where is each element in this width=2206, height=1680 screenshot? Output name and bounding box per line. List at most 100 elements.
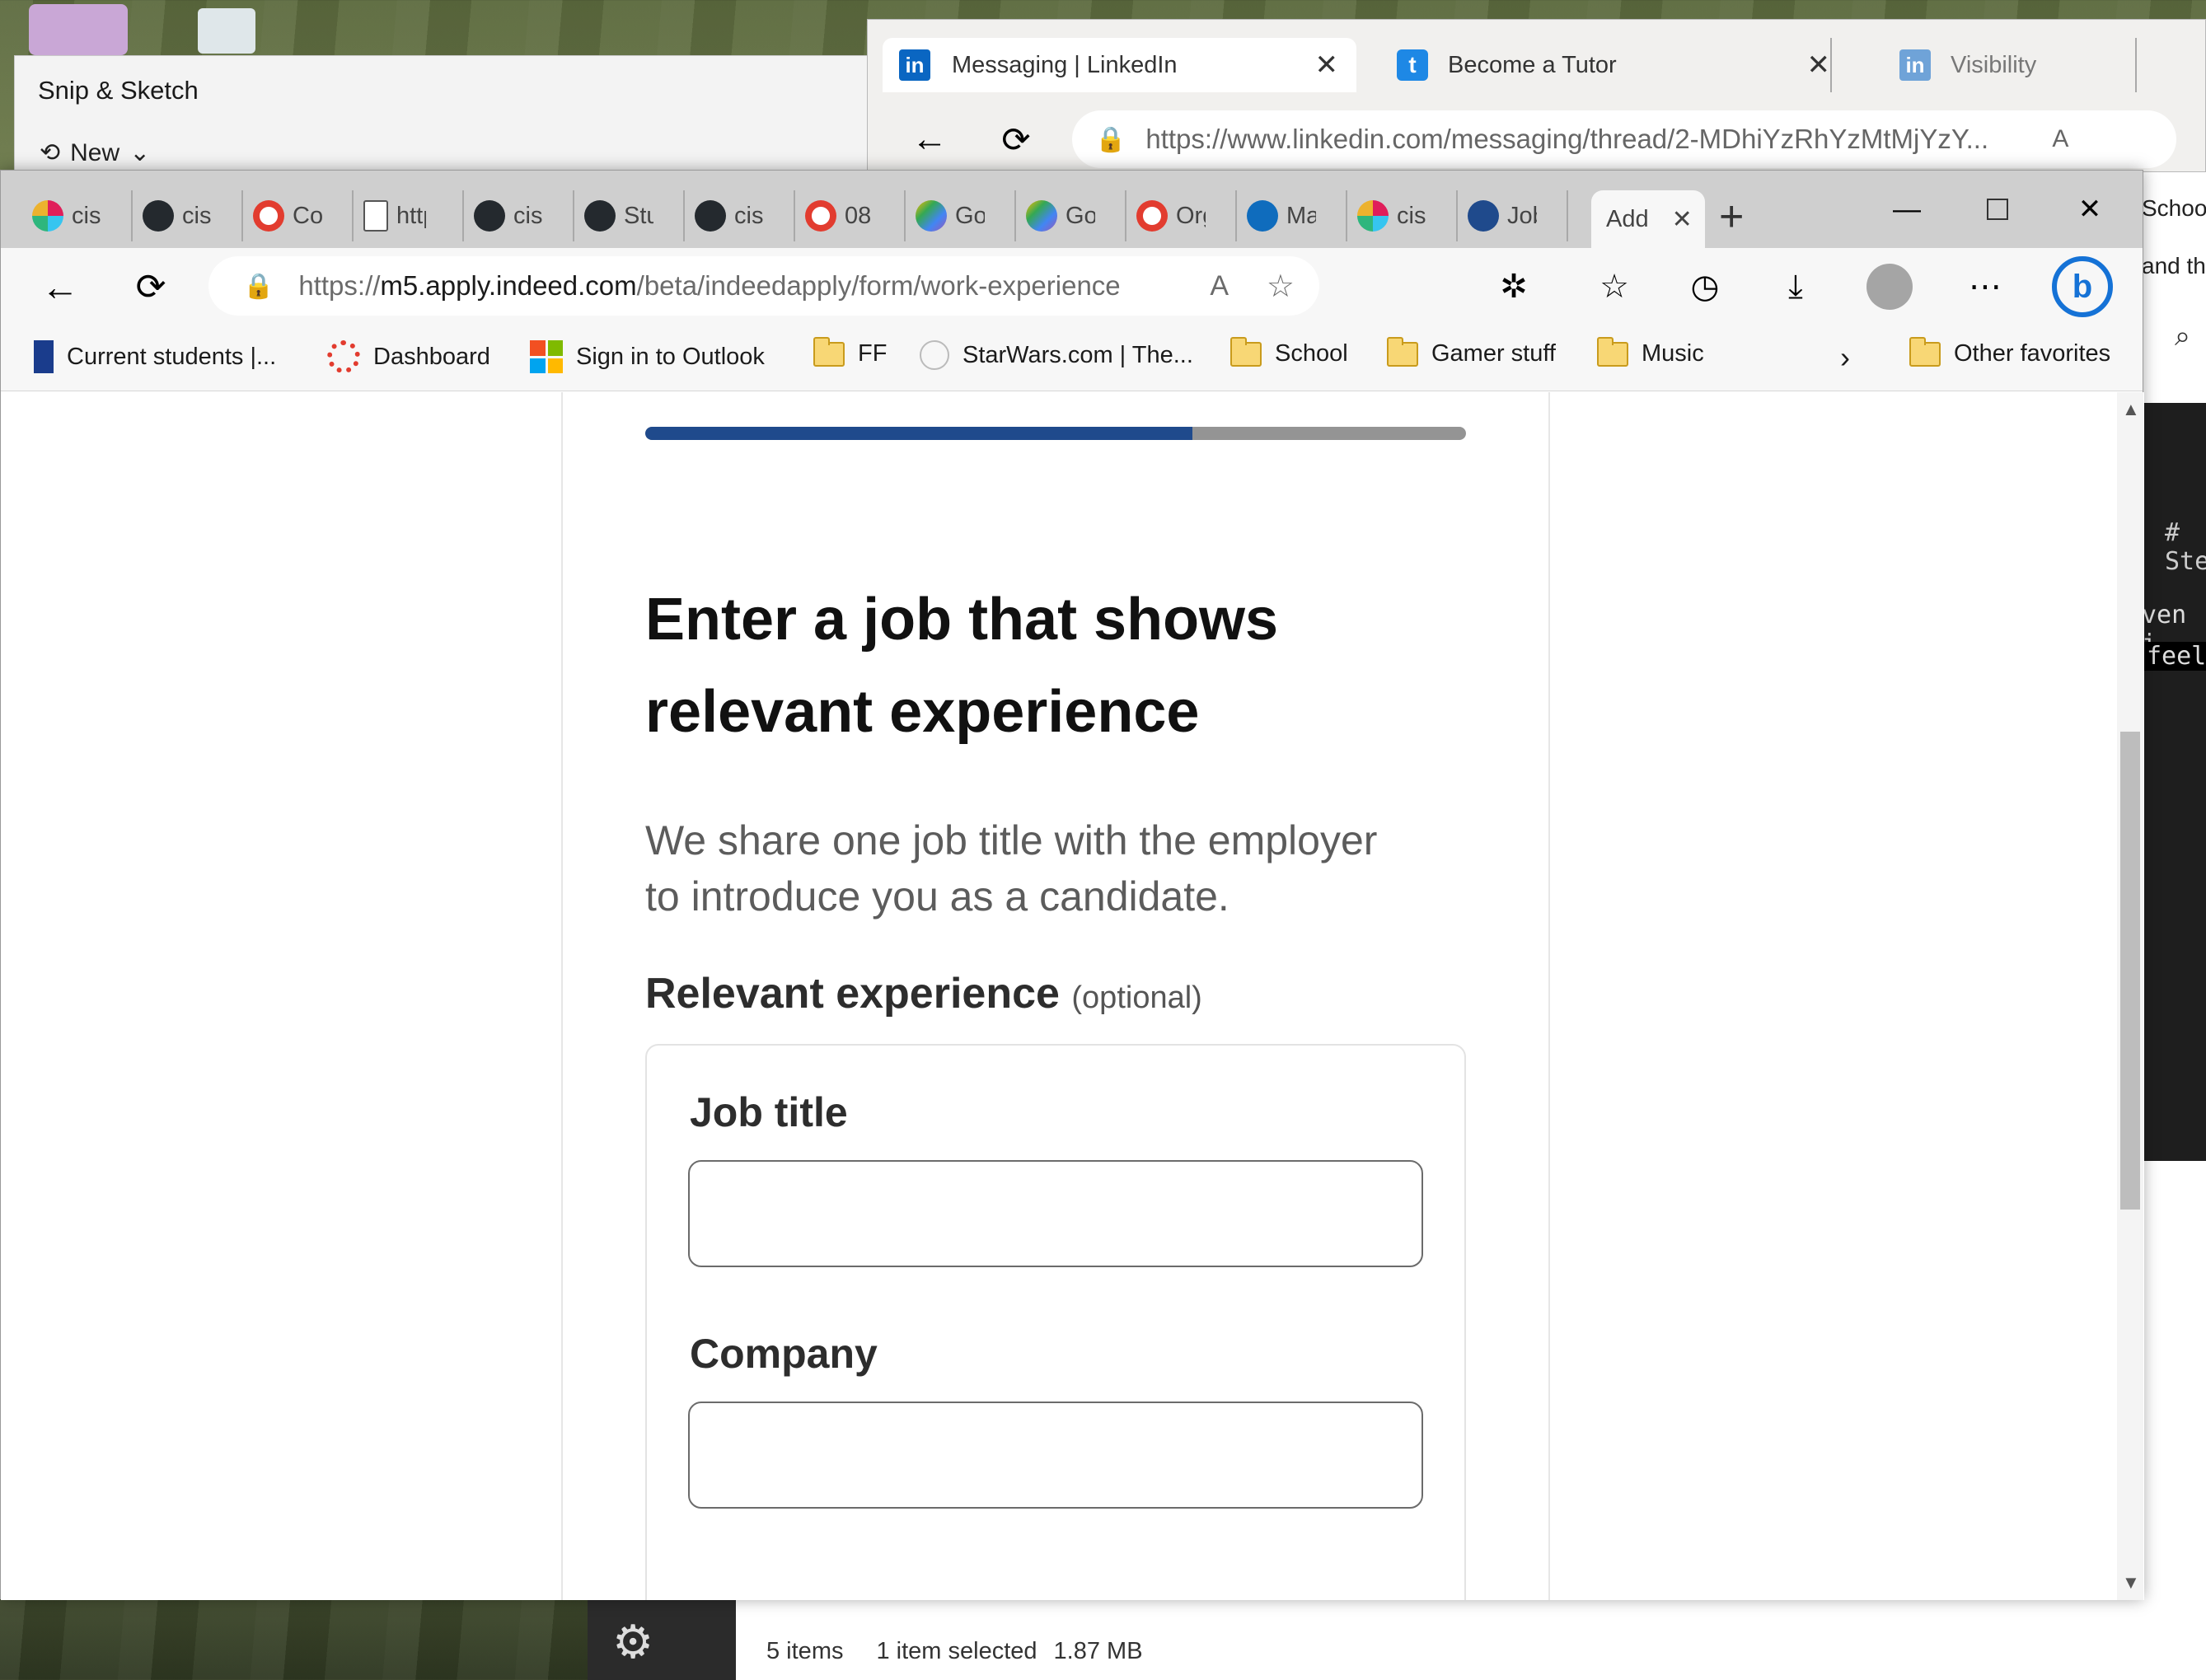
file-explorer-statusbar: 5 items 1 item selected 1.87 MB bbox=[736, 1598, 2206, 1680]
read-aloud-icon[interactable]: A bbox=[1210, 270, 1229, 302]
fav-starwars[interactable]: StarWars.com | The... bbox=[920, 340, 1193, 370]
recycle-bin-icon[interactable] bbox=[198, 8, 255, 54]
tab-active-add[interactable]: Add ✕ bbox=[1591, 190, 1705, 248]
company-input[interactable] bbox=[688, 1402, 1423, 1509]
outlook-icon bbox=[1247, 200, 1278, 232]
bing-button[interactable]: b bbox=[2049, 254, 2115, 320]
folder-icon bbox=[1387, 336, 1418, 367]
linkedin-address-bar[interactable]: 🔒 https://www.linkedin.com/messaging/thr… bbox=[1072, 110, 2176, 168]
close-icon[interactable]: ✕ bbox=[1807, 49, 1831, 82]
scrollbar[interactable]: ▲ ▼ bbox=[2117, 392, 2143, 1600]
tab-12[interactable]: cis4 bbox=[1347, 190, 1458, 241]
progress-bar bbox=[645, 427, 1466, 440]
scrollbar-thumb[interactable] bbox=[2120, 732, 2140, 1210]
fav-other-favorites[interactable]: Other favorites bbox=[1909, 336, 2110, 367]
page-title: Enter a job that shows relevant experien… bbox=[645, 587, 1279, 745]
lock-icon: 🔒 bbox=[1095, 125, 1126, 153]
chevron-right-icon[interactable]: › bbox=[1840, 340, 1850, 375]
lock-icon: 🔒 bbox=[243, 272, 274, 300]
fav-folder-music[interactable]: Music bbox=[1597, 336, 1704, 367]
tab-5[interactable]: Stu bbox=[574, 190, 685, 241]
tab-3[interactable]: http bbox=[354, 190, 464, 241]
tab-8[interactable]: Go bbox=[906, 190, 1016, 241]
github-icon bbox=[584, 200, 616, 232]
tab-4[interactable]: cis4 bbox=[464, 190, 574, 241]
new-tab-button[interactable]: + bbox=[1719, 192, 1744, 241]
refresh-button[interactable]: ⟳ bbox=[126, 262, 176, 311]
fav-outlook[interactable]: Sign in to Outlook bbox=[530, 340, 765, 373]
slack-icon bbox=[32, 200, 63, 232]
section-label: Relevant experience (optional) bbox=[645, 970, 1202, 1018]
company-label: Company bbox=[690, 1331, 878, 1377]
tab-10[interactable]: Org bbox=[1126, 190, 1237, 241]
read-aloud-icon[interactable]: A bbox=[2052, 125, 2068, 153]
job-title-input[interactable] bbox=[688, 1160, 1423, 1267]
close-icon: ✕ bbox=[2077, 194, 2102, 225]
extensions-button[interactable]: ✲ bbox=[1489, 262, 1539, 311]
tab-visibility[interactable]: in Visibility bbox=[1890, 38, 2137, 92]
tab-1[interactable]: cis4 bbox=[133, 190, 243, 241]
folder-icon bbox=[1597, 336, 1628, 367]
selected-size: 1.87 MB bbox=[1053, 1638, 1143, 1664]
close-window-button[interactable]: ✕ bbox=[2044, 171, 2135, 248]
downloads-button[interactable]: ⤓ bbox=[1771, 262, 1820, 311]
new-snip-icon: ⟲ bbox=[40, 139, 61, 166]
university-icon bbox=[34, 340, 54, 373]
page-content: Enter a job that shows relevant experien… bbox=[1, 392, 2144, 1600]
indeed-browser-window: cis4cis4Couhttpcis4Stucis408GoGoOrgMacis… bbox=[0, 170, 2144, 1600]
colorful-icon bbox=[916, 200, 947, 232]
tab-11[interactable]: Ma bbox=[1237, 190, 1347, 241]
fav-folder-ff[interactable]: FF bbox=[813, 336, 887, 367]
back-button[interactable]: ← bbox=[35, 262, 85, 311]
tab-0[interactable]: cis4 bbox=[22, 190, 133, 241]
linkedin-browser-window: in Messaging | LinkedIn ✕ t Become a Tut… bbox=[867, 19, 2206, 172]
experience-card: Job title Company bbox=[645, 1044, 1466, 1600]
tab-13[interactable]: Job bbox=[1458, 190, 1568, 241]
back-icon[interactable]: ← bbox=[905, 115, 954, 164]
left-gutter bbox=[1, 392, 563, 1600]
browser-toolbar: ← ⟳ 🔒 https://m5.apply.indeed.com/beta/i… bbox=[1, 248, 2143, 325]
github-icon bbox=[695, 200, 726, 232]
scroll-down-icon[interactable]: ▼ bbox=[2122, 1572, 2140, 1593]
favorites-button[interactable]: ☆ bbox=[1590, 262, 1639, 311]
close-icon[interactable]: ✕ bbox=[1315, 49, 1339, 82]
page-subtitle: We share one job title with the employer… bbox=[645, 817, 1378, 920]
selected-count: 1 item selected bbox=[876, 1638, 1037, 1664]
tab-linkedin-messaging[interactable]: in Messaging | LinkedIn ✕ bbox=[883, 38, 1356, 92]
linkedin-icon: in bbox=[1899, 49, 1931, 81]
desktop-app-icon[interactable] bbox=[29, 4, 128, 55]
tab-6[interactable]: cis4 bbox=[685, 190, 795, 241]
avatar bbox=[1866, 264, 1913, 310]
add-favorite-icon[interactable]: ☆ bbox=[1267, 268, 1295, 305]
tab-become-tutor[interactable]: t Become a Tutor ✕ bbox=[1387, 38, 1832, 92]
microsoft-icon bbox=[530, 340, 563, 373]
minimize-button[interactable]: — bbox=[1862, 171, 1952, 248]
snip-new-button[interactable]: ⟲ New ⌄ bbox=[40, 138, 150, 167]
close-icon[interactable]: ✕ bbox=[1672, 205, 1693, 234]
colorful-icon bbox=[1026, 200, 1057, 232]
tab-9[interactable]: Go bbox=[1016, 190, 1126, 241]
search-icon[interactable]: ⌕ bbox=[2175, 321, 2190, 353]
maximize-button[interactable] bbox=[1952, 171, 2043, 248]
fav-current-students[interactable]: Current students |... bbox=[34, 340, 276, 373]
download-icon: ⤓ bbox=[1788, 268, 1803, 305]
fav-folder-school[interactable]: School bbox=[1230, 336, 1348, 367]
fav-dashboard[interactable]: Dashboard bbox=[327, 340, 490, 373]
address-bar[interactable]: 🔒 https://m5.apply.indeed.com/beta/indee… bbox=[208, 256, 1319, 316]
background-editor-strip: Schoo and th ⌕ # Ste ven i feel bbox=[2140, 172, 2206, 1622]
github-icon bbox=[143, 200, 174, 232]
scroll-up-icon[interactable]: ▲ bbox=[2122, 399, 2140, 420]
more-menu-button[interactable]: ⋯ bbox=[1960, 262, 2010, 311]
tab-7[interactable]: 08 bbox=[795, 190, 906, 241]
back-arrow-icon: ← bbox=[41, 265, 79, 308]
history-button[interactable]: ◷ bbox=[1680, 262, 1730, 311]
refresh-icon[interactable]: ⟳ bbox=[991, 115, 1041, 164]
profile-button[interactable] bbox=[1865, 262, 1914, 311]
folder-icon bbox=[1230, 336, 1262, 367]
fav-folder-gamer[interactable]: Gamer stuff bbox=[1387, 336, 1556, 367]
tab-2[interactable]: Cou bbox=[243, 190, 354, 241]
gear-icon[interactable]: ⚙ bbox=[612, 1615, 653, 1669]
canvas-icon bbox=[253, 200, 284, 232]
chevron-down-icon[interactable]: ⌄ bbox=[129, 138, 150, 167]
t-icon: t bbox=[1397, 49, 1428, 81]
